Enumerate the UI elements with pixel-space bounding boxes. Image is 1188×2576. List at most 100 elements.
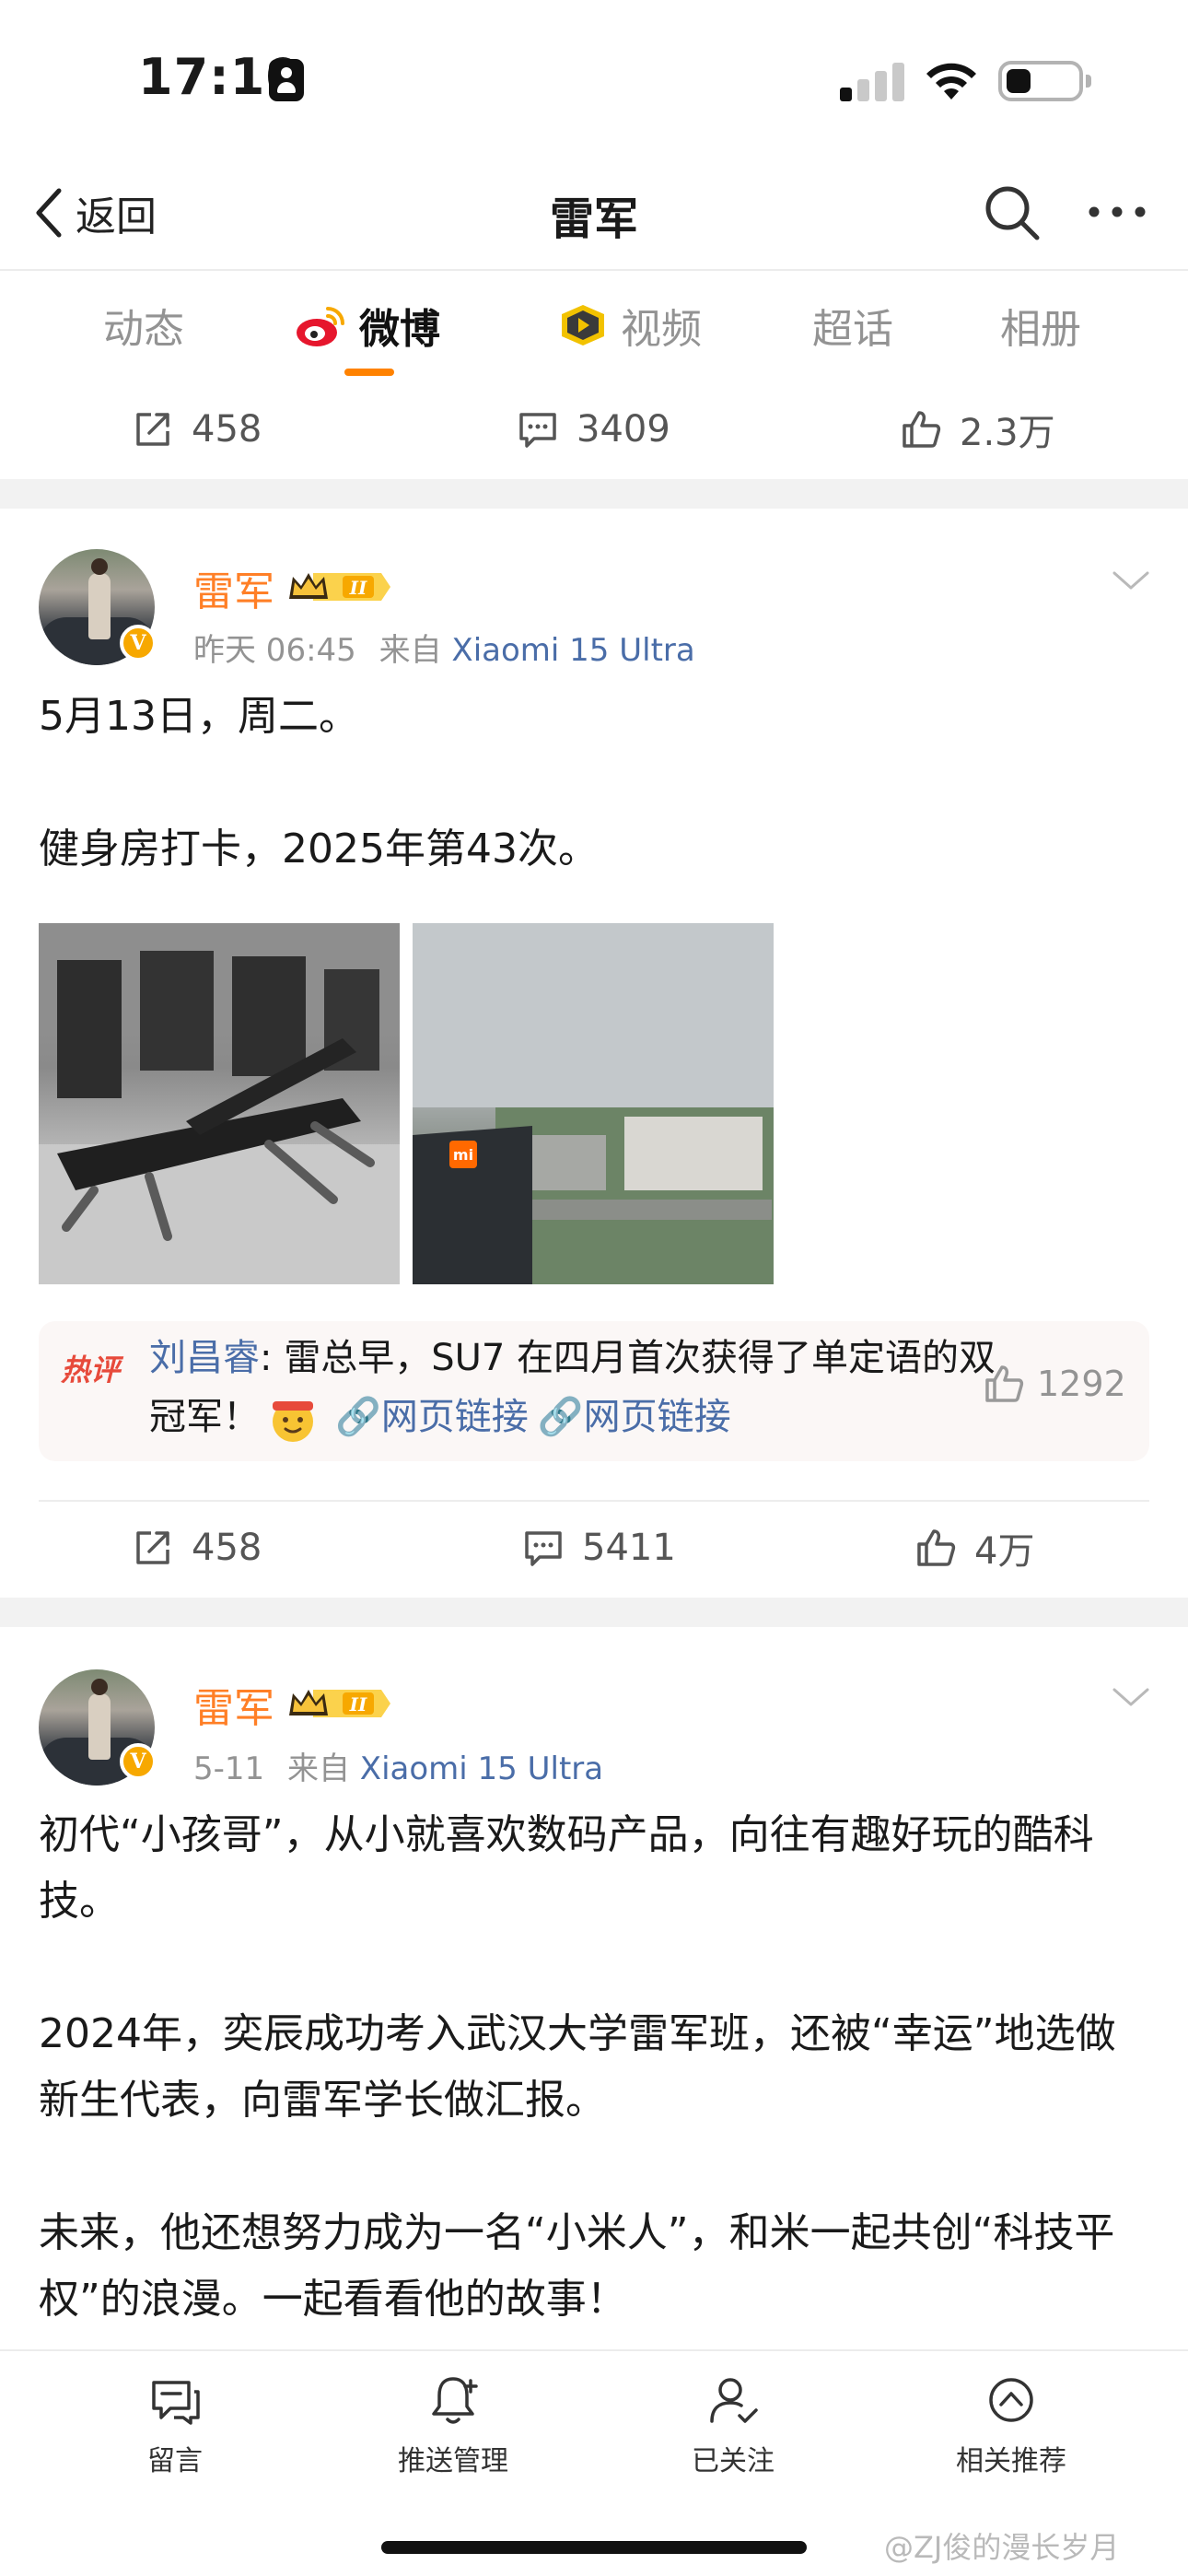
hot-comment-like-button[interactable]: 1292: [982, 1362, 1126, 1406]
search-icon[interactable]: [982, 182, 1042, 243]
tab-weibo[interactable]: 微博: [295, 293, 440, 357]
post-text-line: [39, 750, 1153, 816]
post-text-line: 5月13日，周二。: [39, 693, 359, 740]
push-settings-button[interactable]: 推送管理: [361, 2371, 545, 2478]
bottom-label: 已关注: [692, 2445, 775, 2477]
user-name[interactable]: 雷军: [193, 558, 274, 617]
comment-icon: [525, 1531, 562, 1566]
status-bar: 17:10: [0, 0, 1188, 157]
related-recommendations-button[interactable]: 相关推荐: [919, 2371, 1103, 2478]
repost-button[interactable]: 458: [131, 1504, 262, 1592]
following-button[interactable]: 已关注: [641, 2371, 825, 2478]
divider: [39, 1500, 1149, 1502]
tab-label: 动态: [103, 306, 184, 353]
repost-icon: [136, 1531, 169, 1564]
repost-count: 458: [192, 1527, 262, 1569]
post-time: 昨天 06:45: [193, 632, 356, 669]
user-name[interactable]: 雷军: [193, 1675, 274, 1734]
nav-bar: 返回 雷军: [0, 157, 1188, 271]
svg-text:II: II: [349, 1693, 367, 1715]
hot-comment-tag: 热评: [61, 1352, 121, 1388]
tab-super-topic[interactable]: 超话: [812, 293, 893, 357]
back-button[interactable]: 返回: [28, 181, 157, 245]
source-prefix: 来自: [379, 632, 442, 669]
thumbs-up-icon: [985, 1365, 1024, 1402]
comment-button[interactable]: 5411: [521, 1504, 676, 1592]
post-text-line: [39, 1935, 1153, 2001]
section-divider: [0, 479, 1188, 509]
tab-video[interactable]: 视频: [556, 293, 702, 357]
hot-comment-text: 刘昌睿: 雷总早，SU7 在四月首次获得了单定语的双冠军！ 🔗网页链接 🔗网页链接: [149, 1329, 996, 1446]
thumbs-up-icon: [903, 411, 941, 448]
bottom-label: 相关推荐: [956, 2445, 1066, 2477]
gym-photo[interactable]: [39, 923, 400, 1284]
post-meta: 5-11 来自 Xiaomi 15 Ultra: [193, 1743, 603, 1788]
profile-tabs: 动态 微博 视频 超话 相册: [0, 273, 1188, 383]
hot-comment[interactable]: 热评 刘昌睿: 雷总早，SU7 在四月首次获得了单定语的双冠军！ 🔗网页链接 🔗网页…: [39, 1321, 1149, 1461]
post-text: 5月13日，周二。 健身房打卡，2025年第43次。: [39, 684, 1153, 883]
video-badge-icon: [562, 305, 604, 345]
post-action-row: 458 5411 4万: [0, 1504, 1188, 1592]
chevron-down-icon[interactable]: [1111, 568, 1151, 593]
watermark: @ZJ俊的漫长岁月: [884, 2530, 1120, 2565]
home-indicator[interactable]: [381, 2541, 807, 2554]
tab-dynamic[interactable]: 动态: [103, 293, 184, 357]
repost-count: 458: [192, 408, 262, 451]
post-text-line: 未来，他还想努力成为一名“小米人”，和米一起共创“科技平权”的浪漫。一起看看他的…: [39, 2209, 1115, 2323]
comment-count: 5411: [582, 1527, 676, 1569]
cellular-signal-icon: [840, 61, 906, 101]
section-divider: [0, 1598, 1188, 1627]
svg-text:mi: mi: [453, 1146, 473, 1164]
repost-button[interactable]: 458: [131, 385, 262, 474]
source-app[interactable]: Xiaomi 15 Ultra: [451, 632, 694, 669]
emoji-fighting-icon: [273, 1401, 313, 1442]
verified-badge-icon: V: [120, 1743, 157, 1780]
post-time: 5-11: [193, 1751, 265, 1787]
post-text-line: 初代“小孩哥”，从小就喜欢数码产品，向往有趣好玩的酷科技。: [39, 1811, 1094, 1925]
compass-icon: [989, 2378, 1033, 2422]
post-meta: 昨天 06:45 来自 Xiaomi 15 Ultra: [193, 625, 695, 670]
tab-label: 超话: [812, 306, 893, 353]
weibo-logo-icon: [297, 307, 344, 346]
bottom-label: 推送管理: [398, 2445, 508, 2477]
profile-stats-row: 458 3409 2.3万: [0, 385, 1188, 474]
message-button[interactable]: 留言: [83, 2371, 267, 2478]
more-icon[interactable]: [1085, 193, 1149, 230]
source-prefix: 来自: [286, 1751, 350, 1787]
weibo-post: V 雷军 II 5-11 来自 Xiaomi 15 Ultra 初代“小孩哥”，…: [0, 1627, 1188, 2349]
web-link[interactable]: 🔗网页链接: [335, 1396, 529, 1438]
comment-button[interactable]: 3409: [516, 385, 670, 474]
tab-album[interactable]: 相册: [1000, 293, 1081, 357]
like-count: 2.3万: [960, 412, 1055, 454]
like-button[interactable]: 4万: [914, 1504, 1034, 1592]
svg-text:II: II: [349, 577, 367, 599]
like-count: 4万: [974, 1530, 1035, 1573]
comment-count: 3409: [577, 408, 670, 451]
thumbs-up-icon: [917, 1529, 956, 1566]
tab-label: 视频: [621, 306, 702, 353]
tab-label: 相册: [1000, 306, 1081, 353]
bell-icon: [432, 2377, 478, 2424]
back-label: 返回: [76, 193, 157, 240]
comment-icon: [519, 413, 556, 448]
message-icon: [152, 2381, 200, 2425]
member-crown-badge-icon: II: [289, 1690, 390, 1717]
like-button[interactable]: 2.3万: [899, 385, 1055, 474]
hot-comment-author[interactable]: 刘昌睿: [149, 1337, 260, 1379]
contact-card-icon: [269, 59, 304, 101]
bottom-label: 留言: [147, 2445, 203, 2477]
wifi-icon: [926, 63, 976, 100]
web-link[interactable]: 🔗网页链接: [538, 1396, 731, 1438]
city-view-photo[interactable]: mi: [413, 923, 774, 1284]
member-crown-badge-icon: II: [289, 573, 390, 601]
chevron-down-icon[interactable]: [1111, 1684, 1151, 1710]
chevron-left-icon: [36, 188, 62, 238]
source-app[interactable]: Xiaomi 15 Ultra: [360, 1751, 603, 1787]
verified-badge-icon: V: [120, 625, 157, 662]
hot-comment-like-count: 1292: [1037, 1364, 1126, 1404]
battery-icon: [998, 61, 1091, 101]
repost-icon: [136, 413, 169, 446]
post-text-line: [39, 2134, 1153, 2200]
user-check-icon: [710, 2378, 758, 2423]
tab-label: 微博: [359, 306, 440, 353]
